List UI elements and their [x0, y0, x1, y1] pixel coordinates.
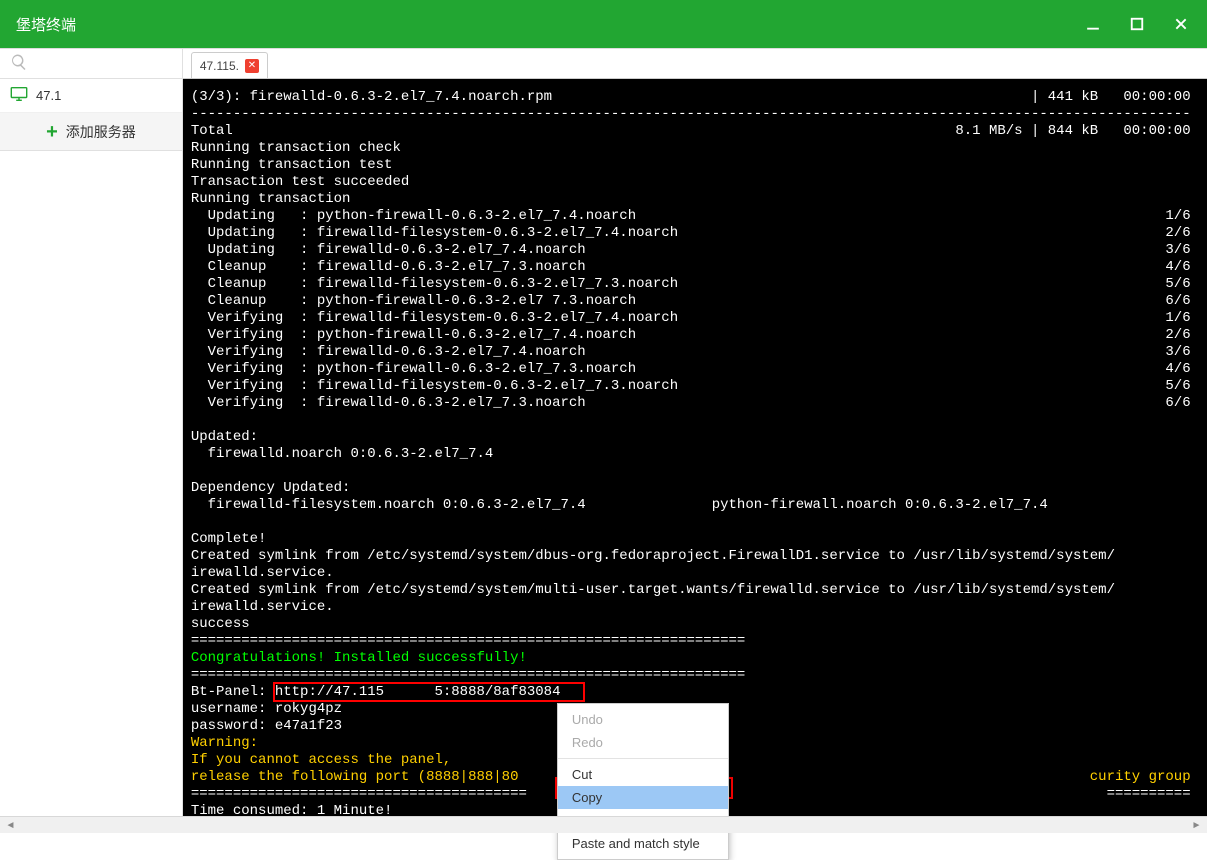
- menu-separator: [558, 758, 728, 759]
- horizontal-scrollbar[interactable]: ◄ ►: [0, 816, 1207, 833]
- monitor-icon: [10, 87, 28, 104]
- menu-item-redo: Redo: [558, 731, 728, 754]
- minimize-button[interactable]: [1085, 16, 1101, 32]
- tab-strip: 47.115. ✕: [183, 49, 1207, 79]
- content-area: 47.115. ✕ (3/3): firewalld-0.6.3-2.el7_7…: [183, 49, 1207, 833]
- menu-item-cut[interactable]: Cut: [558, 763, 728, 786]
- context-menu: UndoRedoCutCopyPastePaste and match styl…: [557, 703, 729, 860]
- search-icon: [10, 53, 28, 74]
- tab-label: 47.115.: [200, 59, 239, 73]
- plus-icon: +: [46, 122, 58, 142]
- menu-item-undo: Undo: [558, 708, 728, 731]
- search-row[interactable]: [0, 49, 182, 79]
- close-button[interactable]: [1173, 16, 1189, 32]
- scroll-right-icon[interactable]: ►: [1188, 818, 1205, 833]
- sidebar: 47.1 + 添加服务器: [0, 49, 183, 833]
- window-controls: [1085, 16, 1195, 32]
- menu-item-paste-match[interactable]: Paste and match style: [558, 832, 728, 855]
- server-item[interactable]: 47.1: [0, 79, 182, 113]
- add-server-button[interactable]: + 添加服务器: [0, 113, 182, 151]
- menu-item-copy[interactable]: Copy: [558, 786, 728, 809]
- scroll-left-icon[interactable]: ◄: [2, 818, 19, 833]
- server-ip: 47.1: [36, 88, 61, 103]
- tab-active[interactable]: 47.115. ✕: [191, 52, 268, 78]
- app-title: 堡塔终端: [12, 14, 76, 35]
- titlebar: 堡塔终端: [0, 0, 1207, 48]
- maximize-button[interactable]: [1129, 16, 1145, 32]
- main-area: 47.1 + 添加服务器 47.115. ✕ (3/3): firewalld-…: [0, 48, 1207, 833]
- tab-close-icon[interactable]: ✕: [245, 59, 259, 73]
- add-server-label: 添加服务器: [66, 122, 136, 142]
